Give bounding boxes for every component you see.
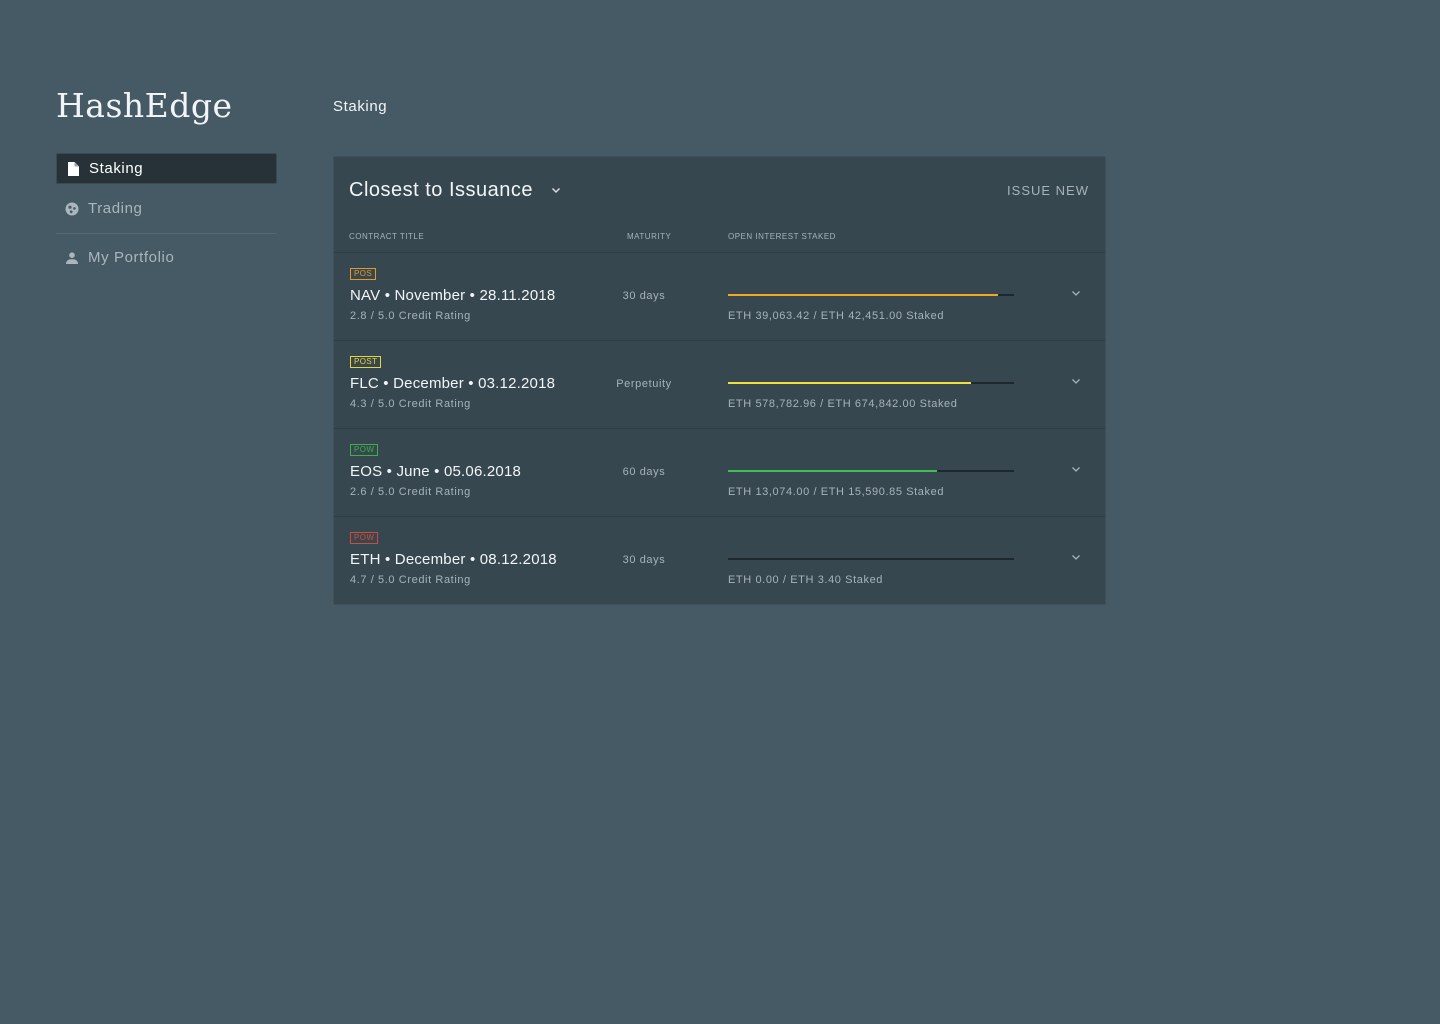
open-interest-progress-fill [728,382,972,384]
contract-row[interactable]: POST FLC • December • 03.12.2018 4.3 / 5… [334,340,1105,428]
chevron-down-icon[interactable] [1071,290,1081,297]
open-interest-progress-bar [728,382,1014,384]
column-headers: CONTRACT TITLE MATURITY OPEN INTEREST ST… [334,232,1105,244]
contract-title: ETH • December • 08.12.2018 [350,551,557,568]
maturity-value: Perpetuity [616,378,672,390]
credit-rating: 2.6 / 5.0 Credit Rating [350,486,471,498]
contract-row[interactable]: POS NAV • November • 28.11.2018 2.8 / 5.… [334,252,1105,340]
contract-list: POS NAV • November • 28.11.2018 2.8 / 5.… [334,252,1105,604]
sidebar-item-label: Staking [89,160,144,177]
globe-icon [65,202,79,216]
chevron-down-icon [551,187,561,194]
card-header: Closest to Issuance ISSUE NEW [349,175,1089,205]
column-header-open-interest: OPEN INTEREST STAKED [728,232,836,241]
open-interest-progress-bar [728,294,1014,296]
staked-amount: ETH 578,782.96 / ETH 674,842.00 Staked [728,398,958,410]
consensus-badge: POW [350,532,379,544]
maturity-value: 30 days [622,290,666,302]
column-header-contract-title: CONTRACT TITLE [349,232,425,241]
contract-row[interactable]: POW EOS • June • 05.06.2018 2.6 / 5.0 Cr… [334,428,1105,516]
sidebar: Staking Trading My Portfolio [56,153,277,282]
consensus-badge: POST [350,356,382,368]
staked-amount: ETH 39,063.42 / ETH 42,451.00 Staked [728,310,945,322]
user-icon [65,251,79,265]
contract-title: NAV • November • 28.11.2018 [350,287,556,304]
staking-contracts-card: Closest to Issuance ISSUE NEW CONTRACT T… [333,156,1106,605]
consensus-badge: POW [350,444,379,456]
contract-title: EOS • June • 05.06.2018 [350,463,522,480]
sidebar-item-trading[interactable]: Trading [56,193,277,224]
contract-row[interactable]: POW ETH • December • 08.12.2018 4.7 / 5.… [334,516,1105,604]
document-icon [66,161,80,176]
contract-title: FLC • December • 03.12.2018 [350,375,556,392]
open-interest-progress-bar [728,470,1014,472]
consensus-badge: POS [350,268,377,280]
chevron-down-icon[interactable] [1071,554,1081,561]
sort-dropdown[interactable]: Closest to Issuance [349,179,561,202]
sort-label: Closest to Issuance [349,178,534,201]
maturity-value: 60 days [622,466,666,478]
sidebar-item-label: My Portfolio [88,249,175,266]
credit-rating: 4.3 / 5.0 Credit Rating [350,398,471,410]
sidebar-item-label: Trading [88,200,143,217]
staked-amount: ETH 13,074.00 / ETH 15,590.85 Staked [728,486,945,498]
credit-rating: 2.8 / 5.0 Credit Rating [350,310,471,322]
sidebar-item-my-portfolio[interactable]: My Portfolio [56,242,277,273]
issue-new-button[interactable]: ISSUE NEW [1007,183,1089,198]
sidebar-divider [56,233,277,234]
chevron-down-icon[interactable] [1071,378,1081,385]
credit-rating: 4.7 / 5.0 Credit Rating [350,574,471,586]
app-logo: HashEdge [56,86,233,125]
maturity-value: 30 days [622,554,666,566]
open-interest-progress-fill [728,470,937,472]
page-title: Staking [333,98,388,115]
open-interest-progress-bar [728,558,1014,560]
column-header-maturity: MATURITY [627,232,672,241]
staked-amount: ETH 0.00 / ETH 3.40 Staked [728,574,884,586]
open-interest-progress-fill [728,294,998,296]
chevron-down-icon[interactable] [1071,466,1081,473]
sidebar-item-staking[interactable]: Staking [56,153,277,184]
